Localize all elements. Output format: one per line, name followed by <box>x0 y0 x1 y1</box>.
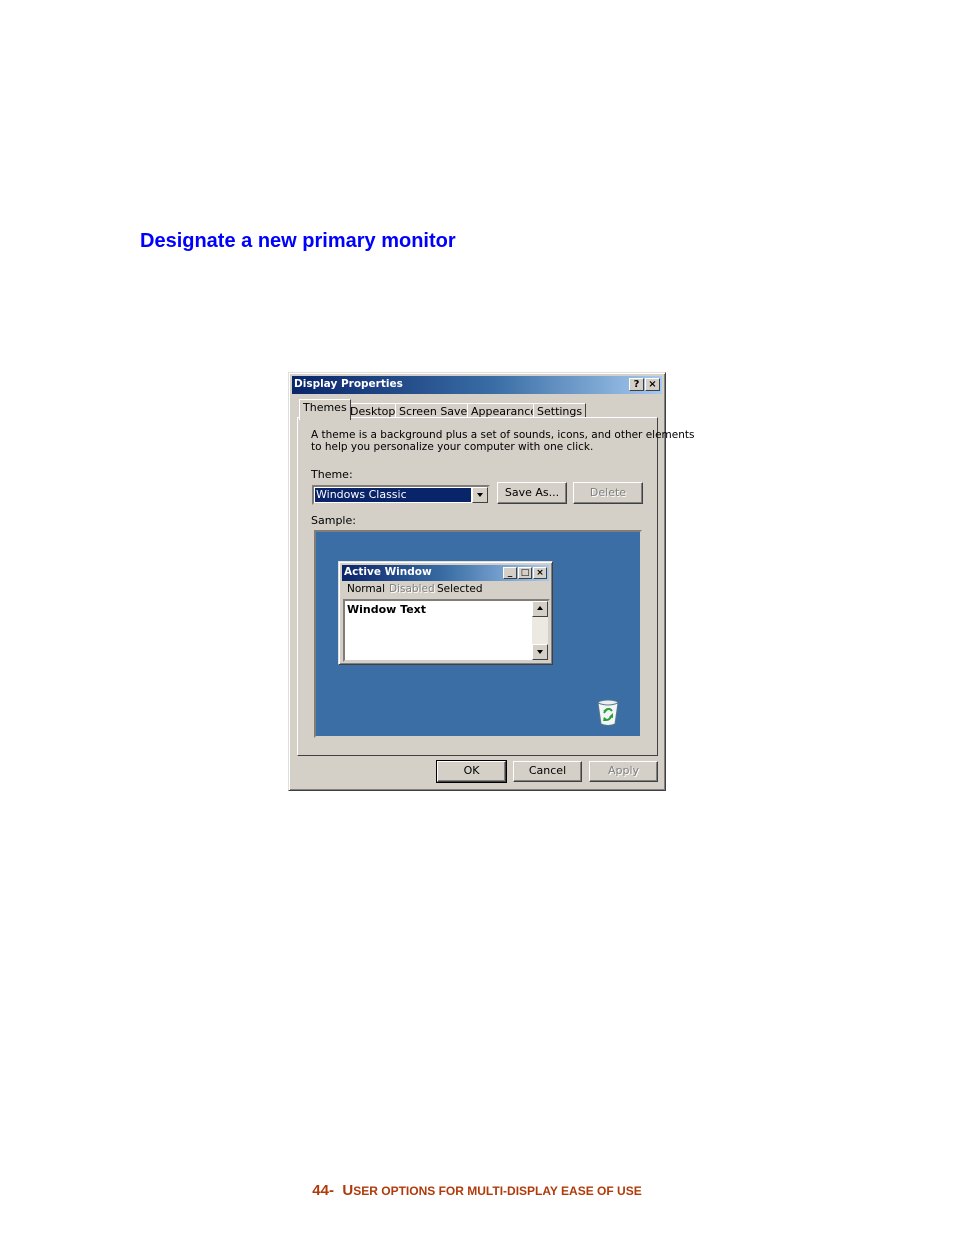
footer-first-letter: U <box>342 1182 354 1199</box>
cancel-button[interactable]: Cancel <box>513 761 582 782</box>
scroll-up-icon <box>532 601 548 617</box>
sample-text-area: Window Text <box>343 599 550 662</box>
sample-active-window: Active Window _ □ × Normal Disabled Sele… <box>338 561 553 665</box>
theme-label: Theme: <box>311 468 353 481</box>
ok-button[interactable]: OK <box>436 760 507 783</box>
close-icon: × <box>533 567 547 579</box>
sample-window-titlebar: Active Window _ □ × <box>342 565 549 581</box>
sample-menu-selected: Selected <box>437 583 483 595</box>
minimize-icon: _ <box>503 567 517 579</box>
help-button[interactable]: ? <box>629 378 644 391</box>
apply-button[interactable]: Apply <box>589 761 658 782</box>
page-footer: 44- User options for multi-display ease … <box>0 1182 954 1200</box>
maximize-icon: □ <box>518 567 532 579</box>
theme-dropdown-button[interactable] <box>472 487 488 503</box>
tab-themes[interactable]: Themes <box>299 399 351 420</box>
scroll-down-icon <box>532 644 548 660</box>
sample-menu-disabled: Disabled <box>389 583 435 595</box>
save-as-button[interactable]: Save As... <box>497 482 567 504</box>
sample-window-text: Window Text <box>347 603 427 616</box>
sample-menu-normal: Normal <box>347 583 385 595</box>
page-heading: Designate a new primary monitor <box>140 230 456 252</box>
theme-description-line1: A theme is a background plus a set of so… <box>311 429 695 441</box>
delete-button[interactable]: Delete <box>573 482 643 504</box>
theme-description-line2: to help you personalize your computer wi… <box>311 441 594 453</box>
sample-scrollbar <box>532 601 548 660</box>
dialog-title: Display Properties <box>294 378 403 390</box>
display-properties-dialog: Display Properties ? × Themes Desktop Sc… <box>288 372 694 791</box>
footer-page-number: 44- <box>312 1182 334 1199</box>
footer-title: ser options for multi-display ease of us… <box>353 1184 642 1198</box>
theme-sample-preview: Active Window _ □ × Normal Disabled Sele… <box>314 530 642 738</box>
sample-label: Sample: <box>311 514 356 527</box>
theme-select-value: Windows Classic <box>315 488 471 502</box>
chevron-down-icon <box>477 493 483 497</box>
dialog-titlebar[interactable]: Display Properties ? × <box>292 376 662 394</box>
close-button[interactable]: × <box>645 378 660 391</box>
sample-window-title: Active Window <box>344 566 432 578</box>
recycle-bin-icon <box>597 699 619 726</box>
theme-select[interactable]: Windows Classic <box>312 485 490 505</box>
